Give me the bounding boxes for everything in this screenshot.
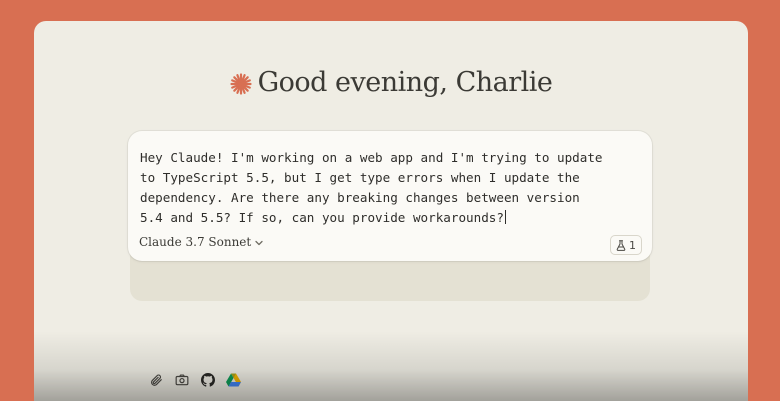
camera-icon[interactable]: [174, 372, 189, 387]
composer: Hey Claude! I'm working on a web app and…: [128, 131, 652, 387]
message-input-card: Hey Claude! I'm working on a web app and…: [128, 131, 652, 261]
message-text: Hey Claude! I'm working on a web app and…: [140, 150, 603, 225]
message-input[interactable]: Hey Claude! I'm working on a web app and…: [140, 148, 610, 228]
features-badge[interactable]: 1: [610, 235, 642, 255]
github-icon[interactable]: [200, 372, 215, 387]
paperclip-icon[interactable]: [148, 372, 163, 387]
chevron-down-icon: [255, 240, 263, 246]
claude-burst-icon: [229, 73, 252, 95]
features-badge-count: 1: [629, 238, 636, 252]
bottom-shadow: [34, 331, 748, 401]
tool-buttons: [148, 372, 241, 387]
model-selector[interactable]: Claude 3.7 Sonnet: [139, 235, 263, 249]
app-window: Good evening, Charlie Hey Claude! I'm wo…: [34, 21, 748, 401]
greeting-text: Good evening, Charlie: [257, 67, 553, 98]
google-drive-icon[interactable]: [226, 372, 241, 387]
flask-icon: [616, 239, 626, 251]
model-selector-label: Claude 3.7 Sonnet: [139, 235, 252, 249]
greeting: Good evening, Charlie: [34, 67, 748, 98]
text-caret: [504, 210, 506, 224]
